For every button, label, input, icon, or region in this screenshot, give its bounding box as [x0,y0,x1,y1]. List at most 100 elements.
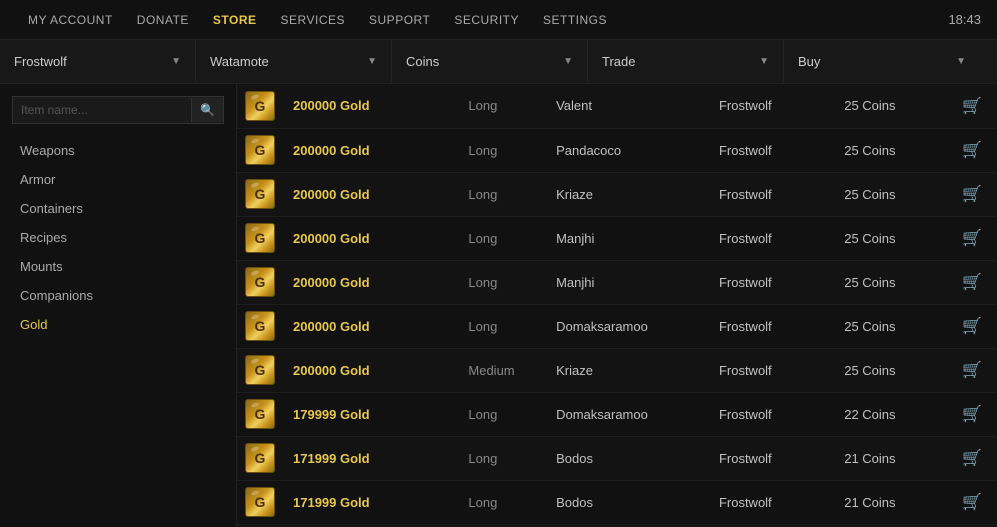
sidebar-item-mounts[interactable]: Mounts [0,252,236,281]
duration-cell: Long [458,172,546,216]
price-cell: 22 Coins [834,392,947,436]
sidebar-item-companions[interactable]: Companions [0,281,236,310]
nav-donate[interactable]: DONATE [125,0,201,39]
nav-support[interactable]: SUPPORT [357,0,442,39]
duration-cell: Long [458,480,546,524]
nav-security[interactable]: SECURITY [442,0,531,39]
seller-cell: Manjhi [546,216,709,260]
gold-coin-icon: G [245,223,275,253]
price-cell: 25 Coins [834,172,947,216]
trade-type-dropdown[interactable]: Trade ▼ [588,40,784,83]
price-cell: 25 Coins [834,216,947,260]
search-input[interactable] [13,97,191,123]
duration-cell: Long [458,260,546,304]
realm-value: Frostwolf [14,54,67,69]
buy-button-cell[interactable]: 🛒 [947,392,997,436]
item-name-cell: 200000 Gold [283,348,458,392]
nav-settings[interactable]: SETTINGS [531,0,619,39]
buy-button-cell[interactable]: 🛒 [947,480,997,524]
sidebar-item-gold[interactable]: Gold [0,310,236,339]
buy-button-cell[interactable]: 🛒 [947,436,997,480]
table-row: G 200000 Gold Long Pandacoco Frostwolf 2… [237,128,997,172]
item-icon-cell: G [237,304,283,348]
buy-button-cell[interactable]: 🛒 [947,216,997,260]
character-arrow-icon: ▼ [367,56,377,67]
item-name-cell: 171999 Gold [283,480,458,524]
item-name-cell: 171999 Gold [283,436,458,480]
item-icon-cell: G [237,128,283,172]
gold-coin-icon: G [245,487,275,517]
realm-cell: Frostwolf [709,216,834,260]
buy-button-cell[interactable]: 🛒 [947,348,997,392]
gold-coin-icon: G [245,91,275,121]
item-name-cell: 200000 Gold [283,172,458,216]
sidebar-item-recipes[interactable]: Recipes [0,223,236,252]
cart-icon[interactable]: 🛒 [962,362,982,379]
nav-my-account[interactable]: MY ACCOUNT [16,0,125,39]
realm-cell: Frostwolf [709,436,834,480]
seller-cell: Kriaze [546,348,709,392]
duration-cell: Long [458,84,546,128]
buy-button-cell[interactable]: 🛒 [947,84,997,128]
top-navigation: MY ACCOUNT DONATE STORE SERVICES SUPPORT… [0,0,997,40]
seller-cell: Manjhi [546,260,709,304]
buy-button-cell[interactable]: 🛒 [947,128,997,172]
table-row: G 171999 Gold Long Bodos Frostwolf 21 Co… [237,480,997,524]
buy-button-cell[interactable]: 🛒 [947,304,997,348]
character-dropdown[interactable]: Watamote ▼ [196,40,392,83]
search-button[interactable]: 🔍 [191,98,223,122]
search-container: 🔍 [12,96,224,124]
table-wrapper[interactable]: G 200000 Gold Long Valent Frostwolf 25 C… [237,84,997,527]
currency-arrow-icon: ▼ [563,56,573,67]
cart-icon[interactable]: 🛒 [962,318,982,335]
item-icon-cell: G [237,436,283,480]
item-name-cell: 200000 Gold [283,260,458,304]
sidebar-item-armor[interactable]: Armor [0,165,236,194]
realm-dropdown[interactable]: Frostwolf ▼ [0,40,196,83]
item-icon-cell: G [237,260,283,304]
duration-cell: Long [458,392,546,436]
cart-icon[interactable]: 🛒 [962,230,982,247]
listings-table: G 200000 Gold Long Valent Frostwolf 25 C… [237,84,997,525]
cart-icon[interactable]: 🛒 [962,450,982,467]
item-icon-cell: G [237,172,283,216]
duration-cell: Long [458,128,546,172]
sidebar-item-weapons[interactable]: Weapons [0,136,236,165]
table-row: G 200000 Gold Long Domaksaramoo Frostwol… [237,304,997,348]
cart-icon[interactable]: 🛒 [962,406,982,423]
character-value: Watamote [210,54,269,69]
table-row: G 200000 Gold Long Manjhi Frostwolf 25 C… [237,216,997,260]
seller-cell: Bodos [546,436,709,480]
cart-icon[interactable]: 🛒 [962,186,982,203]
cart-icon[interactable]: 🛒 [962,142,982,159]
buy-type-value: Buy [798,54,820,69]
nav-services[interactable]: SERVICES [269,0,357,39]
buy-type-dropdown[interactable]: Buy ▼ [784,40,980,83]
price-cell: 25 Coins [834,128,947,172]
item-name-cell: 200000 Gold [283,128,458,172]
cart-icon[interactable]: 🛒 [962,274,982,291]
duration-cell: Long [458,216,546,260]
nav-store[interactable]: STORE [201,0,269,39]
price-cell: 25 Coins [834,84,947,128]
cart-icon[interactable]: 🛒 [962,98,982,115]
gold-coin-icon: G [245,267,275,297]
trade-arrow-icon: ▼ [759,56,769,67]
realm-cell: Frostwolf [709,128,834,172]
buy-button-cell[interactable]: 🛒 [947,260,997,304]
realm-cell: Frostwolf [709,260,834,304]
currency-value: Coins [406,54,439,69]
buy-button-cell[interactable]: 🛒 [947,172,997,216]
seller-cell: Pandacoco [546,128,709,172]
currency-dropdown[interactable]: Coins ▼ [392,40,588,83]
price-cell: 21 Coins [834,436,947,480]
item-name-cell: 200000 Gold [283,84,458,128]
trade-type-value: Trade [602,54,635,69]
sidebar: 🔍 Weapons Armor Containers Recipes Mount… [0,84,237,527]
sidebar-item-containers[interactable]: Containers [0,194,236,223]
gold-coin-icon: G [245,399,275,429]
realm-cell: Frostwolf [709,84,834,128]
item-name-cell: 179999 Gold [283,392,458,436]
cart-icon[interactable]: 🛒 [962,494,982,511]
table-row: G 179999 Gold Long Domaksaramoo Frostwol… [237,392,997,436]
